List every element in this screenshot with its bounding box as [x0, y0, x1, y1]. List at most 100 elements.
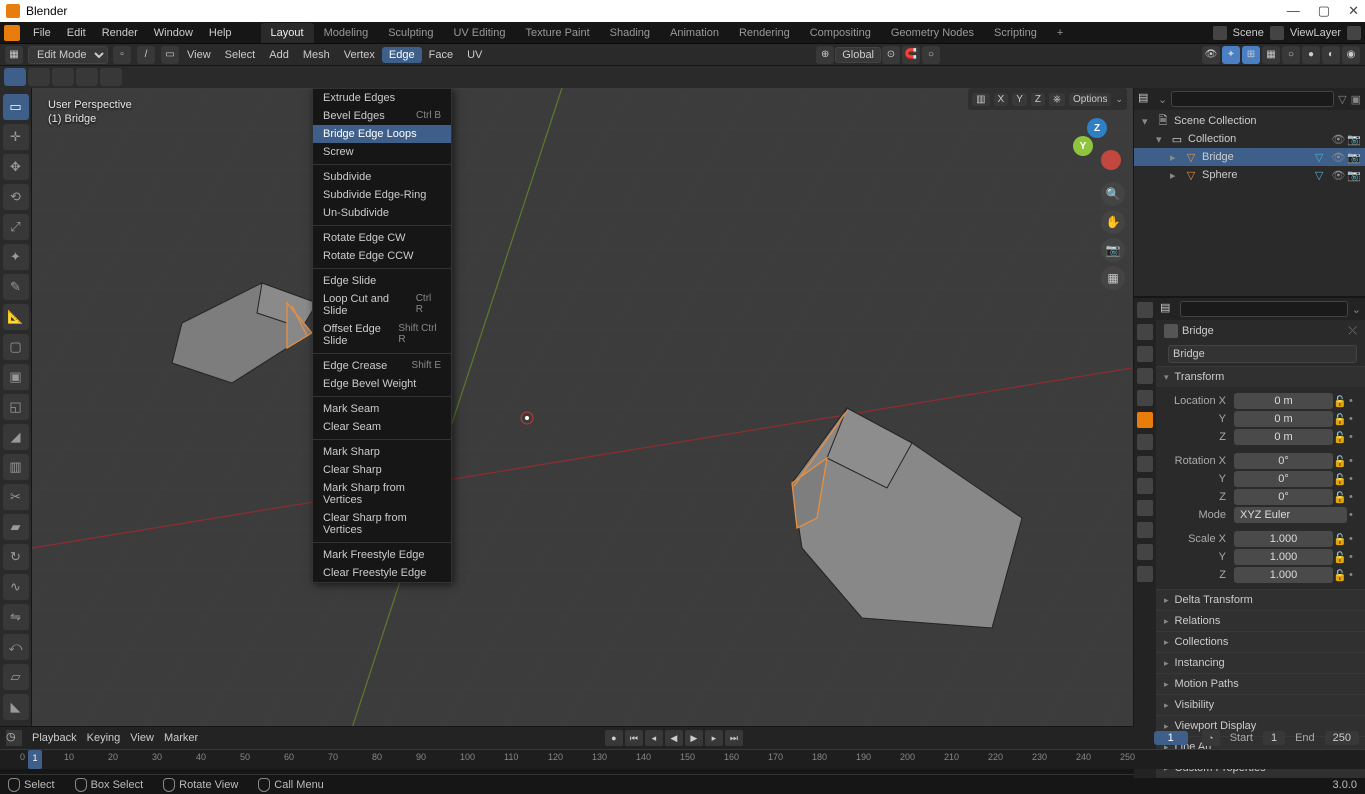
polybuild-tool-icon[interactable]: ▰: [3, 514, 29, 540]
perspective-icon[interactable]: ▦: [1101, 266, 1125, 290]
menu-item-edge-slide[interactable]: Edge Slide: [313, 272, 451, 290]
object-name-field[interactable]: [1168, 345, 1357, 363]
tab-rendering[interactable]: Rendering: [729, 23, 800, 43]
tab-texture-paint[interactable]: Texture Paint: [515, 23, 599, 43]
sel-mode-1-icon[interactable]: [4, 68, 26, 86]
mesh-select-mode-toggle-icon[interactable]: ▥: [972, 93, 989, 106]
navigation-gizmo[interactable]: Z Y: [1069, 118, 1125, 174]
normals-icon[interactable]: ⎈: [1049, 93, 1065, 106]
gizmo-y-axis[interactable]: Y: [1073, 136, 1093, 156]
menu-item-extrude-edges[interactable]: Extrude Edges: [313, 89, 451, 107]
lock-icon[interactable]: 🔓: [1333, 491, 1347, 504]
pan-icon[interactable]: ✋: [1101, 210, 1125, 234]
menu-item-loop-cut-and-slide[interactable]: Loop Cut and SlideCtrl R: [313, 290, 451, 320]
rotation-x-value[interactable]: 0°: [1234, 453, 1333, 469]
play-reverse-icon[interactable]: ◀: [665, 730, 683, 746]
move-tool-icon[interactable]: ✥: [3, 154, 29, 180]
location-x-value[interactable]: 0 m: [1234, 393, 1333, 409]
face-select-icon[interactable]: ▭: [161, 46, 179, 64]
marker-menu[interactable]: Marker: [164, 732, 198, 744]
menu-item-un-subdivide[interactable]: Un-Subdivide: [313, 204, 451, 222]
gizmo-toggle-icon[interactable]: ✦: [1222, 46, 1240, 64]
play-icon[interactable]: ▶: [685, 730, 703, 746]
3d-viewport[interactable]: User Perspective (1) Bridge ▥ X Y Z ⎈ Op…: [32, 88, 1133, 726]
world-props-tab-icon[interactable]: [1137, 390, 1153, 406]
tab-scripting[interactable]: Scripting: [984, 23, 1047, 43]
tab-shading[interactable]: Shading: [600, 23, 660, 43]
menu-item-screw[interactable]: Screw: [313, 143, 451, 161]
location-z-value[interactable]: 0 m: [1234, 429, 1333, 445]
render-menu[interactable]: Render: [95, 25, 145, 41]
camera-view-icon[interactable]: 📷: [1101, 238, 1125, 262]
rotation-z-value[interactable]: 0°: [1234, 489, 1333, 505]
blender-icon[interactable]: [4, 25, 20, 41]
panel-motion-paths[interactable]: ▸Motion Paths: [1156, 674, 1365, 694]
render-icon[interactable]: 📷: [1347, 169, 1361, 182]
add-cube-tool-icon[interactable]: ▢: [3, 334, 29, 360]
material-shading-icon[interactable]: ◐: [1322, 46, 1340, 64]
tab-sculpting[interactable]: Sculpting: [378, 23, 443, 43]
menu-item-mark-sharp-from-vertices[interactable]: Mark Sharp from Vertices: [313, 479, 451, 509]
lock-icon[interactable]: 🔓: [1333, 533, 1347, 546]
tab-animation[interactable]: Animation: [660, 23, 729, 43]
timeline-ruler[interactable]: 1 01020304050607080901001101201301401501…: [0, 749, 1365, 769]
axis-z-label[interactable]: Z: [1031, 93, 1045, 106]
zoom-icon[interactable]: 🔍: [1101, 182, 1125, 206]
eye-icon[interactable]: 👁: [1331, 151, 1345, 164]
menu-item-mark-sharp[interactable]: Mark Sharp: [313, 443, 451, 461]
tab-compositing[interactable]: Compositing: [800, 23, 881, 43]
lock-icon[interactable]: 🔓: [1333, 551, 1347, 564]
timeline-view-menu[interactable]: View: [130, 732, 154, 744]
outliner-item-sphere[interactable]: ▸▽Sphere▽👁📷: [1134, 166, 1365, 184]
menu-item-mark-freestyle-edge[interactable]: Mark Freestyle Edge: [313, 546, 451, 564]
keyframe-dot-icon[interactable]: •: [1349, 473, 1357, 485]
edge-select-icon[interactable]: /: [137, 46, 155, 64]
gizmo-x-axis[interactable]: [1101, 150, 1121, 170]
scene-name[interactable]: Scene: [1233, 27, 1264, 39]
lock-icon[interactable]: 🔓: [1333, 413, 1347, 426]
menu-item-offset-edge-slide[interactable]: Offset Edge SlideShift Ctrl R: [313, 320, 451, 350]
menu-item-subdivide-edge-ring[interactable]: Subdivide Edge-Ring: [313, 186, 451, 204]
mode-selector[interactable]: Edit Mode: [28, 46, 108, 64]
render-icon[interactable]: 📷: [1347, 151, 1361, 164]
render-icon[interactable]: 📷: [1347, 133, 1361, 146]
edge-menu[interactable]: Edge: [382, 47, 422, 63]
panel-instancing[interactable]: ▸Instancing: [1156, 653, 1365, 673]
spin-tool-icon[interactable]: ↻: [3, 544, 29, 570]
object-props-tab-icon[interactable]: [1137, 412, 1153, 428]
face-menu[interactable]: Face: [422, 47, 460, 63]
sel-mode-5-icon[interactable]: [100, 68, 122, 86]
location-y-value[interactable]: 0 m: [1234, 411, 1333, 427]
material-props-tab-icon[interactable]: [1137, 544, 1153, 560]
constraint-props-tab-icon[interactable]: [1137, 500, 1153, 516]
sel-mode-2-icon[interactable]: [28, 68, 50, 86]
close-button[interactable]: ✕: [1348, 3, 1359, 19]
physics-props-tab-icon[interactable]: [1137, 478, 1153, 494]
menu-item-bridge-edge-loops[interactable]: Bridge Edge Loops: [313, 125, 451, 143]
outliner-chevron-icon[interactable]: ⌄: [1158, 93, 1167, 106]
measure-tool-icon[interactable]: 📐: [3, 304, 29, 330]
jump-start-icon[interactable]: ⏮: [625, 730, 643, 746]
transform-orientation[interactable]: Global: [835, 47, 881, 63]
panel-delta-transform[interactable]: ▸Delta Transform: [1156, 590, 1365, 610]
gizmo-z-axis[interactable]: Z: [1087, 118, 1107, 138]
autokey-icon[interactable]: ●: [605, 730, 623, 746]
menu-item-clear-seam[interactable]: Clear Seam: [313, 418, 451, 436]
transform-panel-header[interactable]: ▾ Transform: [1156, 367, 1365, 387]
lock-icon[interactable]: 🔓: [1333, 473, 1347, 486]
current-frame[interactable]: 1: [1154, 731, 1188, 745]
jump-end-icon[interactable]: ⏭: [725, 730, 743, 746]
view-menu[interactable]: View: [180, 47, 218, 63]
wireframe-shading-icon[interactable]: ○: [1282, 46, 1300, 64]
playback-menu[interactable]: Playback: [32, 732, 77, 744]
edit-menu[interactable]: Edit: [60, 25, 93, 41]
viewlayer-name[interactable]: ViewLayer: [1290, 27, 1341, 39]
axis-y-label[interactable]: Y: [1012, 93, 1027, 106]
eye-icon[interactable]: 👁: [1331, 169, 1345, 182]
scale-tool-icon[interactable]: ⤢: [3, 214, 29, 240]
tab-add[interactable]: +: [1047, 23, 1073, 43]
rotation-mode-select[interactable]: XYZ Euler: [1234, 507, 1347, 523]
overlay-toggle-icon[interactable]: ⊞: [1242, 46, 1260, 64]
sel-mode-3-icon[interactable]: [52, 68, 74, 86]
uv-menu[interactable]: UV: [460, 47, 489, 63]
